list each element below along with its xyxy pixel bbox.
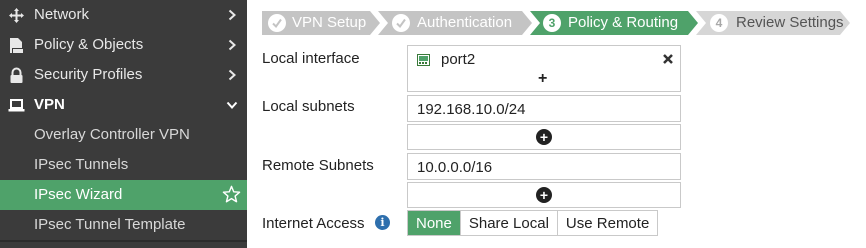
add-local-subnet-button[interactable]: + <box>536 129 552 145</box>
wizard-step-label: Policy & Routing <box>568 14 679 31</box>
chevron-down-icon <box>226 101 238 109</box>
local-interface-field[interactable]: port2 + <box>407 45 681 92</box>
sidebar-item-label: IPsec Tunnels <box>34 156 129 173</box>
main-panel: VPN Setup Authentication 3 Policy & Rout… <box>247 0 866 248</box>
sidebar-item-vpn[interactable]: VPN <box>0 90 247 120</box>
lock-icon <box>8 67 25 84</box>
local-interface-label: Local interface <box>262 50 360 67</box>
sidebar-item-label: IPsec Wizard <box>34 186 123 203</box>
add-remote-subnet-row[interactable]: + <box>407 182 681 208</box>
interface-port-icon <box>417 53 430 66</box>
internet-access-share-local[interactable]: Share Local <box>460 211 558 235</box>
local-interface-value: port2 <box>441 51 476 68</box>
check-icon <box>392 14 410 32</box>
sidebar-item-ipsec-tunnels[interactable]: IPsec Tunnels <box>0 150 247 180</box>
wizard-steps: VPN Setup Authentication 3 Policy & Rout… <box>262 11 852 35</box>
sidebar-item-overlay-controller-vpn[interactable]: Overlay Controller VPN <box>0 120 247 150</box>
sidebar-divider <box>0 240 247 242</box>
sidebar-item-label: Policy & Objects <box>34 36 144 53</box>
star-icon[interactable] <box>222 185 241 204</box>
add-remote-subnet-button[interactable]: + <box>536 187 552 203</box>
local-subnets-label: Local subnets <box>262 98 355 115</box>
wizard-step-review-settings[interactable]: 4 Review Settings <box>696 11 852 35</box>
chevron-right-icon <box>228 9 236 21</box>
wizard-step-label: VPN Setup <box>292 14 367 31</box>
add-local-subnet-row[interactable]: + <box>407 124 681 150</box>
chevron-right-icon <box>228 69 236 81</box>
sidebar: Network Policy & Objects Security Profil… <box>0 0 247 248</box>
sidebar-item-security-profiles[interactable]: Security Profiles <box>0 60 247 90</box>
sidebar-item-label: VPN <box>34 96 65 113</box>
local-subnets-value: 192.168.10.0/24 <box>417 101 526 118</box>
policy-icon <box>8 37 25 54</box>
remote-subnets-value: 10.0.0.0/16 <box>417 159 493 176</box>
remote-subnets-input[interactable]: 10.0.0.0/16 <box>407 153 681 180</box>
info-icon[interactable]: i <box>375 215 390 230</box>
wizard-step-label: Review Settings <box>736 14 844 31</box>
internet-access-use-remote[interactable]: Use Remote <box>557 211 658 235</box>
sidebar-item-label: IPsec Tunnel Template <box>34 216 186 233</box>
wizard-step-label: Authentication <box>417 14 513 31</box>
remote-subnets-label: Remote Subnets <box>262 157 374 174</box>
internet-access-toggle: None Share Local Use Remote <box>407 210 659 236</box>
sidebar-item-policy-objects[interactable]: Policy & Objects <box>0 30 247 60</box>
sidebar-item-ipsec-wizard[interactable]: IPsec Wizard <box>0 180 247 210</box>
wizard-step-vpn-setup[interactable]: VPN Setup <box>262 11 382 35</box>
local-subnets-input[interactable]: 192.168.10.0/24 <box>407 95 681 122</box>
close-icon[interactable] <box>662 52 674 64</box>
laptop-icon <box>8 97 25 114</box>
sidebar-item-label: Overlay Controller VPN <box>34 126 190 143</box>
wizard-step-authentication[interactable]: Authentication <box>378 11 534 35</box>
sidebar-item-ipsec-tunnel-template[interactable]: IPsec Tunnel Template <box>0 210 247 240</box>
wizard-step-policy-routing[interactable]: 3 Policy & Routing <box>530 11 700 35</box>
step-number: 4 <box>710 14 728 32</box>
network-icon <box>8 7 25 24</box>
sidebar-item-network[interactable]: Network <box>0 0 247 30</box>
add-interface-button[interactable]: + <box>538 70 547 88</box>
sidebar-item-label: Network <box>34 6 90 23</box>
sidebar-item-label: Security Profiles <box>34 66 143 83</box>
check-icon <box>268 14 286 32</box>
chevron-right-icon <box>228 39 236 51</box>
internet-access-none[interactable]: None <box>408 211 461 235</box>
internet-access-label: Internet Access <box>262 215 365 232</box>
step-number: 3 <box>543 14 561 32</box>
